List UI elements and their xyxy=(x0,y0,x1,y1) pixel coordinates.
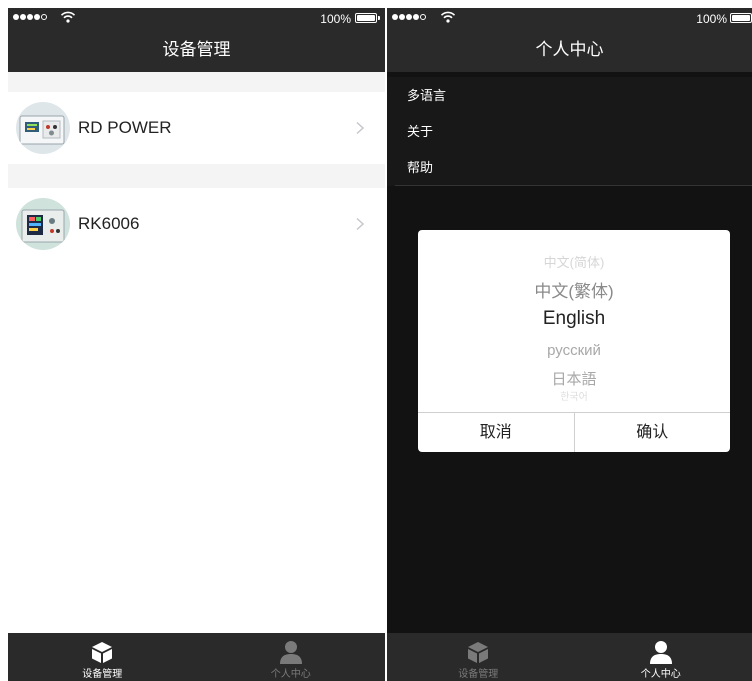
device-management-screen: 100% 设备管理 RD POWER RK6006 设备管理 个人中心 xyxy=(8,8,385,681)
tab-device-management[interactable]: 设备管理 xyxy=(387,633,570,681)
status-bar: 100% xyxy=(387,8,752,28)
device-list-item-rk6006[interactable]: RK6006 xyxy=(8,188,385,260)
tab-bar: 设备管理 个人中心 xyxy=(387,633,752,681)
language-option[interactable]: 中文(简体) xyxy=(418,252,730,271)
cube-icon xyxy=(92,642,113,663)
menu-item-language[interactable]: 多语言 xyxy=(387,77,752,114)
signal-strength-icon xyxy=(13,14,47,20)
chevron-right-icon xyxy=(356,217,365,231)
confirm-button[interactable]: 确认 xyxy=(573,413,731,452)
chevron-right-icon xyxy=(356,121,365,135)
menu-item-help[interactable]: 帮助 xyxy=(387,149,752,186)
language-option[interactable]: русский xyxy=(418,342,730,359)
battery-percentage: 100% xyxy=(320,12,351,26)
language-option-selected[interactable]: English xyxy=(418,308,730,330)
tab-personal-center[interactable]: 个人中心 xyxy=(570,633,752,681)
cube-icon xyxy=(468,642,489,663)
wifi-icon xyxy=(60,11,76,23)
page-title: 设备管理 xyxy=(8,28,385,72)
language-picker-dialog: 中文(简体) 中文(繁体) English русский 日本語 한국어 取消… xyxy=(418,230,730,452)
battery-percentage: 100% xyxy=(696,12,727,26)
menu-item-label: 多语言 xyxy=(407,88,447,103)
tab-device-management[interactable]: 设备管理 xyxy=(8,633,197,681)
tab-bar: 设备管理 个人中心 xyxy=(8,633,385,681)
wifi-icon xyxy=(440,11,456,23)
menu-item-about[interactable]: 关于 xyxy=(387,113,752,150)
personal-center-screen: 100% 个人中心 多语言 关于 帮助 中文(简体) 中文(繁体) Englis… xyxy=(387,8,752,681)
status-bar: 100% xyxy=(8,8,385,28)
language-option[interactable]: 中文(繁体) xyxy=(418,277,730,302)
tab-label: 设备管理 xyxy=(458,669,499,680)
device-list-item-rd-power[interactable]: RD POWER xyxy=(8,92,385,164)
tab-label: 个人中心 xyxy=(640,669,681,680)
page-title: 个人中心 xyxy=(387,28,752,72)
tab-label: 个人中心 xyxy=(270,669,311,680)
device-name: RD POWER xyxy=(78,118,172,137)
menu-item-label: 帮助 xyxy=(407,160,434,175)
device-name: RK6006 xyxy=(78,214,140,233)
rk6006-device-photo xyxy=(16,198,70,250)
battery-icon xyxy=(355,13,380,23)
tab-personal-center[interactable]: 个人中心 xyxy=(197,633,386,681)
language-option[interactable]: 日本語 xyxy=(418,368,730,389)
rd-power-device-photo xyxy=(16,102,70,154)
tab-label: 设备管理 xyxy=(82,669,123,680)
divider xyxy=(395,185,752,186)
person-icon xyxy=(649,641,672,664)
person-icon xyxy=(279,641,302,664)
dialog-actions: 取消 确认 xyxy=(418,412,730,452)
signal-strength-icon xyxy=(392,14,426,20)
language-option[interactable]: 한국어 xyxy=(418,388,730,403)
menu-item-label: 关于 xyxy=(407,124,434,139)
battery-icon xyxy=(730,13,752,23)
cancel-button[interactable]: 取消 xyxy=(418,413,574,452)
section-spacer xyxy=(8,164,385,188)
language-picker-wheel[interactable]: 中文(简体) 中文(繁体) English русский 日本語 한국어 xyxy=(418,230,730,412)
section-spacer xyxy=(8,72,385,92)
